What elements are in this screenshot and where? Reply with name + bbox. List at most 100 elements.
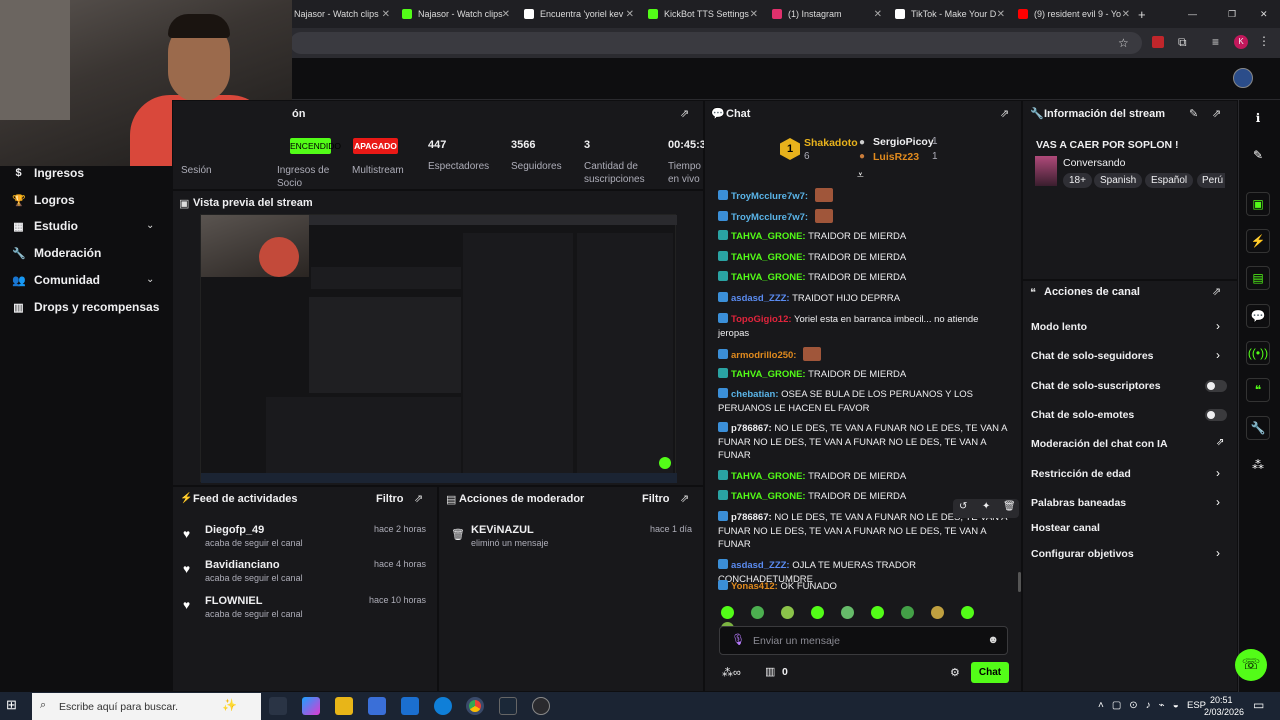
star-icon[interactable]: ☆ (1118, 36, 1129, 50)
sidebar-item-estudio[interactable]: ▦ Estudio (12, 219, 78, 233)
clock-time[interactable]: 20:51 (1210, 695, 1233, 705)
browser-tab[interactable]: (9) resident evil 9 - Yo ✕ (1018, 4, 1130, 24)
infinity-icon[interactable]: ⁂∞ (722, 666, 741, 679)
action-banned-words[interactable]: Palabras baneadas (1031, 497, 1126, 509)
document-icon[interactable]: ▤ (1246, 266, 1270, 290)
media-icon[interactable]: ≡ (1212, 35, 1219, 49)
task-view-icon[interactable] (269, 697, 287, 715)
chat-send-button[interactable]: Chat (971, 662, 1009, 683)
chat-username[interactable]: Yonas412: (731, 581, 778, 592)
chat-bubble-icon[interactable]: 💬 (1246, 304, 1270, 328)
browser-tab[interactable]: (1) Instagram ✕ (772, 4, 882, 24)
category-name[interactable]: Conversando (1063, 157, 1125, 169)
browser-tab[interactable]: Encuentra 'yoriel kev ✕ (524, 4, 634, 24)
chat-username[interactable]: TAHVA_GRONE: (731, 471, 806, 482)
microphone-icon[interactable]: 🎙 (731, 633, 745, 646)
trash-icon[interactable]: 🗑 (1003, 501, 1016, 512)
mod-user[interactable]: KEViNAZUL (471, 524, 534, 536)
browser-tab[interactable]: TikTok - Make Your D ✕ (895, 4, 1005, 24)
clock-date[interactable]: 2/03/2026 (1204, 707, 1244, 717)
chat-username[interactable]: p786867: (731, 423, 772, 434)
address-bar[interactable] (290, 32, 1142, 54)
puzzle-icon[interactable]: ⧉ (1178, 35, 1187, 50)
collapse-icon[interactable]: ⩡ (857, 168, 864, 183)
notification-icon[interactable]: ▭ (1253, 698, 1264, 712)
chrome-icon[interactable] (466, 697, 484, 715)
action-age-restriction[interactable]: Restricción de edad (1031, 468, 1131, 480)
sidebar-item-logros[interactable]: 🏆 Logros (12, 193, 75, 207)
info-icon[interactable]: ℹ (1246, 106, 1270, 130)
leaderboard-second-name[interactable]: SergioPicoy (873, 136, 934, 148)
wrench-icon[interactable]: 🔧 (1246, 416, 1270, 440)
chat-username[interactable]: asdasd_ZZZ: (731, 293, 790, 304)
popout-icon[interactable]: ⇗ (680, 492, 689, 505)
external-link-icon[interactable]: ⇗ (1216, 437, 1224, 448)
action-ai-moderation[interactable]: Moderación del chat con IA (1031, 438, 1168, 450)
steam-icon[interactable] (499, 697, 517, 715)
emote-icon[interactable] (811, 606, 824, 619)
mod-filter-button[interactable]: Filtro (642, 493, 670, 505)
file-explorer-icon[interactable] (335, 697, 353, 715)
quote-icon[interactable]: ❝ (1246, 378, 1270, 402)
popout-icon[interactable]: ⇗ (414, 492, 423, 505)
chat-username[interactable]: TopoGigio12: (731, 314, 792, 325)
action-slow-mode[interactable]: Modo lento (1031, 321, 1087, 333)
chat-username[interactable]: TroyMcclure7w7: (731, 191, 808, 202)
chat-username[interactable]: TAHVA_GRONE: (731, 491, 806, 502)
close-icon[interactable]: ✕ (502, 9, 510, 20)
pencil-icon[interactable]: ✎ (1246, 143, 1270, 167)
emote-icon[interactable] (751, 606, 764, 619)
gear-icon[interactable]: ⚙ (950, 666, 960, 679)
status-badge-on[interactable]: ENCENDIDO (290, 138, 341, 154)
emote-icon[interactable] (931, 606, 944, 619)
minimize-button[interactable]: — (1188, 4, 1200, 24)
chevron-right-icon[interactable]: › (1216, 466, 1220, 480)
close-icon[interactable]: ✕ (750, 9, 758, 20)
popout-icon[interactable]: ⇗ (1212, 285, 1221, 298)
copilot-icon[interactable] (302, 697, 320, 715)
support-icon[interactable]: ☏ (1235, 649, 1267, 681)
chat-scrollbar[interactable] (1018, 572, 1021, 592)
mail-icon[interactable] (401, 697, 419, 715)
sidebar-item-comunidad[interactable]: 👥 Comunidad (12, 273, 100, 287)
feed-user[interactable]: Bavidianciano (205, 559, 280, 571)
close-icon[interactable]: ✕ (997, 9, 1005, 20)
emote-icon[interactable] (901, 606, 914, 619)
chevron-right-icon[interactable]: › (1216, 495, 1220, 509)
sidebar-item-drops[interactable]: ▥ Drops y recompensas (12, 300, 159, 314)
chat-username[interactable]: armodrillo250: (731, 350, 796, 361)
system-tray-icons[interactable]: ˄▢⊙♪⌁◒ (1098, 700, 1187, 711)
emote-icon[interactable] (781, 606, 794, 619)
popout-icon[interactable]: ⇗ (1000, 107, 1009, 120)
chat-username[interactable]: TAHVA_GRONE: (731, 252, 806, 263)
feed-filter-button[interactable]: Filtro (376, 493, 404, 505)
close-icon[interactable]: ✕ (1122, 9, 1130, 20)
emoji-icon[interactable]: ☻ (987, 634, 999, 646)
chat-username[interactable]: p786867: (731, 512, 772, 523)
chat-username[interactable]: TAHVA_GRONE: (731, 231, 806, 242)
reply-icon[interactable]: ↺ (959, 501, 967, 512)
chevron-right-icon[interactable]: › (1216, 348, 1220, 362)
emote-icon[interactable] (961, 606, 974, 619)
emotes-only-toggle[interactable] (1205, 409, 1227, 421)
close-icon[interactable]: ✕ (874, 9, 882, 20)
pin-icon[interactable]: ✦ (982, 501, 990, 512)
chevron-down-icon[interactable]: ⌄ (146, 220, 154, 231)
feed-user[interactable]: FLOWNIEL (205, 595, 262, 607)
popout-icon[interactable]: ⇗ (1212, 107, 1221, 120)
leaderboard-third-name[interactable]: LuisRz23 (873, 151, 919, 163)
browser-tab[interactable]: KickBot TTS Settings ✕ (648, 4, 758, 24)
chat-username[interactable]: asdasd_ZZZ: (731, 560, 790, 571)
action-followers-only[interactable]: Chat de solo-seguidores (1031, 350, 1154, 362)
action-configure-goals[interactable]: Configurar objetivos (1031, 548, 1134, 560)
store-icon[interactable] (368, 697, 386, 715)
action-host-channel[interactable]: Hostear canal (1031, 522, 1100, 534)
emote-icon[interactable] (871, 606, 884, 619)
broadcast-icon[interactable]: ((•)) (1246, 341, 1270, 365)
obs-icon[interactable] (532, 697, 550, 715)
avatar[interactable]: K (1234, 35, 1248, 49)
edge-icon[interactable] (434, 697, 452, 715)
popout-icon[interactable]: ⇗ (680, 107, 689, 120)
chat-username[interactable]: TAHVA_GRONE: (731, 272, 806, 283)
close-window-button[interactable]: ✕ (1260, 4, 1272, 24)
